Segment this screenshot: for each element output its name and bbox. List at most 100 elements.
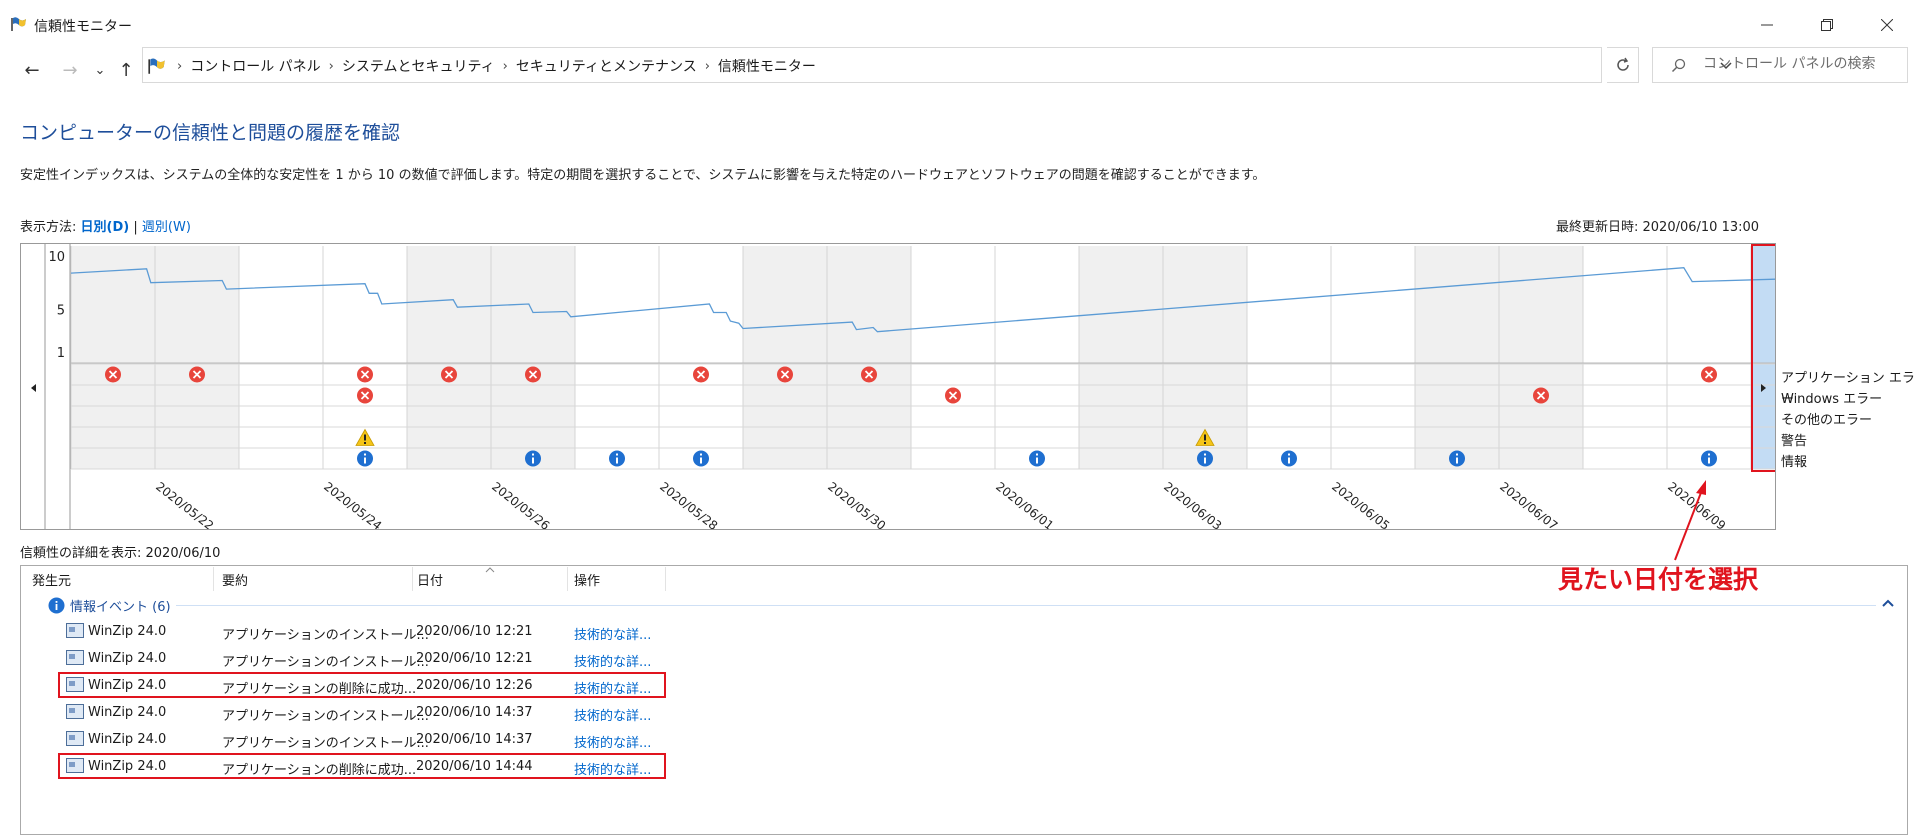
chart-legend: アプリケーション エラー Windows エラー その他のエラー 警告 情報 (1781, 368, 1920, 473)
cell-summary: アプリケーションのインストール... (222, 628, 429, 643)
day-column (239, 246, 323, 469)
page-description: 安定性インデックスは、システムの全体的な安定性を 1 から 10 の数値で評価し… (20, 168, 1266, 183)
day-column (659, 246, 743, 469)
technical-details-link[interactable]: 技術的な詳... (574, 624, 651, 643)
reliability-chart[interactable]: 10 5 1 2020/05/22 2020/05/24 2020/05/26 2020/0… (20, 243, 1776, 530)
info-icon-mark (364, 457, 366, 464)
chevron-right-icon: › (704, 58, 710, 74)
breadcrumb-security-maintenance[interactable]: セキュリティとメンテナンス (516, 56, 697, 76)
breadcrumb-control-panel[interactable]: コントロール パネル (190, 56, 320, 76)
day-column (155, 246, 239, 469)
flag-icon (11, 17, 26, 31)
back-button[interactable]: ← (20, 58, 44, 82)
close-icon (1881, 19, 1893, 31)
application-icon (66, 650, 84, 665)
x-date-label: 2020/06/07 (1497, 479, 1560, 529)
technical-details-link[interactable]: 技術的な詳... (574, 732, 651, 751)
info-icon-dot (364, 453, 366, 456)
group-info-events[interactable]: 情報イベント (6) (48, 596, 171, 615)
table-row[interactable]: WinZip 24.0 アプリケーションのインストール... 2020/06/1… (64, 726, 664, 753)
legend-other-errors: その他のエラー (1781, 413, 1873, 428)
refresh-button[interactable] (1607, 47, 1639, 83)
breadcrumb-reliability-monitor[interactable]: 信頼性モニター (718, 56, 816, 76)
column-divider[interactable] (567, 567, 568, 591)
technical-details-link[interactable]: 技術的な詳... (574, 651, 651, 670)
day-column (1415, 246, 1499, 469)
forward-button[interactable]: → (58, 58, 82, 82)
warning-icon-mark (1204, 434, 1206, 441)
view-daily-link[interactable]: 日別(D) (81, 220, 130, 235)
day-column (575, 246, 659, 469)
technical-details-link[interactable]: 技術的な詳... (574, 705, 651, 724)
flag-icon (148, 58, 165, 74)
info-icon-dot (1288, 453, 1290, 456)
reliability-chart-svg: 10 5 1 2020/05/22 2020/05/24 2020/05/26 2020/0… (31, 244, 1775, 529)
restore-button[interactable] (1804, 10, 1850, 40)
view-mode-label: 表示方法: (20, 220, 77, 235)
info-icon (48, 597, 65, 614)
info-icon-dot (1708, 453, 1710, 456)
search-icon (1671, 58, 1686, 73)
sort-ascending-icon (485, 567, 495, 573)
group-divider (176, 605, 1876, 606)
y-tick-label: 1 (57, 346, 65, 361)
day-column (1247, 246, 1331, 469)
x-date-label: 2020/06/09 (1665, 479, 1728, 529)
table-row[interactable]: WinZip 24.0 アプリケーションのインストール... 2020/06/1… (64, 645, 664, 672)
cell-source: WinZip 24.0 (88, 624, 167, 639)
breadcrumb: › コントロール パネル › システムとセキュリティ › セキュリティとメンテナ… (175, 56, 822, 76)
info-icon-mark (1288, 457, 1290, 464)
info-icon-mark (616, 457, 618, 464)
cell-date: 2020/06/10 12:21 (416, 651, 533, 666)
cell-date: 2020/06/10 14:37 (416, 705, 533, 720)
x-date-label: 2020/05/22 (153, 479, 216, 529)
cell-summary: アプリケーションのインストール... (222, 709, 429, 724)
legend-app-errors: アプリケーション エラー (1781, 371, 1915, 407)
legend-warnings: 警告 (1781, 434, 1808, 449)
breadcrumb-system-security[interactable]: システムとセキュリティ (342, 56, 495, 76)
minimize-icon (1761, 24, 1773, 26)
recent-locations-button[interactable]: ⌄ (88, 58, 112, 82)
cell-summary: アプリケーションのインストール... (222, 736, 429, 751)
last-update: 最終更新日時: 2020/06/10 13:00 (1556, 220, 1760, 235)
day-column (743, 246, 827, 469)
day-column (1079, 246, 1163, 469)
collapse-icon[interactable] (1882, 598, 1894, 608)
column-header-source[interactable]: 発生元 (32, 570, 71, 589)
column-divider[interactable] (665, 567, 666, 591)
page-title: コンピューターの信頼性と問題の履歴を確認 (20, 122, 401, 144)
cell-summary: アプリケーションのインストール... (222, 655, 429, 670)
column-header-summary[interactable]: 要約 (222, 570, 248, 589)
info-icon-dot (1456, 453, 1458, 456)
details-label: 信頼性の詳細を表示: 2020/06/10 (20, 546, 221, 561)
column-header-date[interactable]: 日付 (417, 570, 443, 589)
restore-icon (1821, 19, 1833, 31)
info-icon-mark (1036, 457, 1038, 464)
cell-source: WinZip 24.0 (88, 651, 167, 666)
info-icon-dot (700, 453, 702, 456)
table-row[interactable]: WinZip 24.0 アプリケーションのインストール... 2020/06/1… (64, 618, 664, 645)
x-date-label: 2020/05/26 (489, 479, 552, 529)
table-row[interactable]: WinZip 24.0 アプリケーションのインストール... 2020/06/1… (64, 699, 664, 726)
title-bar: 信頼性モニター (0, 0, 1920, 50)
day-column (911, 246, 995, 469)
search-input[interactable] (1701, 55, 1905, 73)
day-column (1667, 246, 1751, 469)
warning-icon-dot (364, 442, 366, 444)
view-weekly-link[interactable]: 週別(W) (142, 220, 191, 235)
application-icon (66, 704, 84, 719)
minimize-button[interactable] (1744, 10, 1790, 40)
group-label: 情報イベント (6) (70, 600, 171, 615)
up-button[interactable]: ↑ (114, 58, 138, 82)
info-icon-mark (1708, 457, 1710, 464)
address-bar[interactable]: › コントロール パネル › システムとセキュリティ › セキュリティとメンテナ… (142, 47, 1732, 83)
x-date-label: 2020/05/28 (657, 479, 720, 529)
column-header-action[interactable]: 操作 (574, 570, 600, 589)
cell-source: WinZip 24.0 (88, 705, 167, 720)
info-icon-dot (532, 453, 534, 456)
column-divider[interactable] (213, 567, 214, 591)
x-date-label: 2020/06/05 (1329, 479, 1392, 529)
column-divider[interactable] (412, 567, 413, 591)
x-date-label: 2020/05/24 (321, 479, 384, 529)
close-button[interactable] (1864, 10, 1910, 40)
